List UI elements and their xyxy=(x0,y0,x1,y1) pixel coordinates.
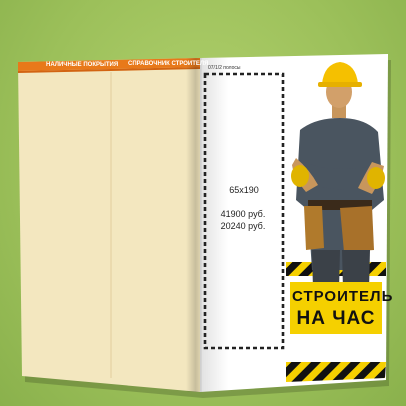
left-header-title: НАЛИЧНЫЕ ПОКРЫТИЯ xyxy=(46,62,119,68)
left-header-right: СПРАВОЧНИК СТРОИТЕЛЯ xyxy=(128,61,209,67)
left-page xyxy=(18,58,200,392)
price-1: 41900 руб. xyxy=(220,209,266,219)
page-label: 07/1/2 полосы xyxy=(208,65,241,71)
ad-size: 65x190 xyxy=(229,185,259,195)
badge-line-2: НА ЧАС xyxy=(296,308,376,329)
price-2: 20240 руб. xyxy=(220,221,266,231)
badge-line-1: СТРОИТЕЛЬ xyxy=(292,288,394,305)
